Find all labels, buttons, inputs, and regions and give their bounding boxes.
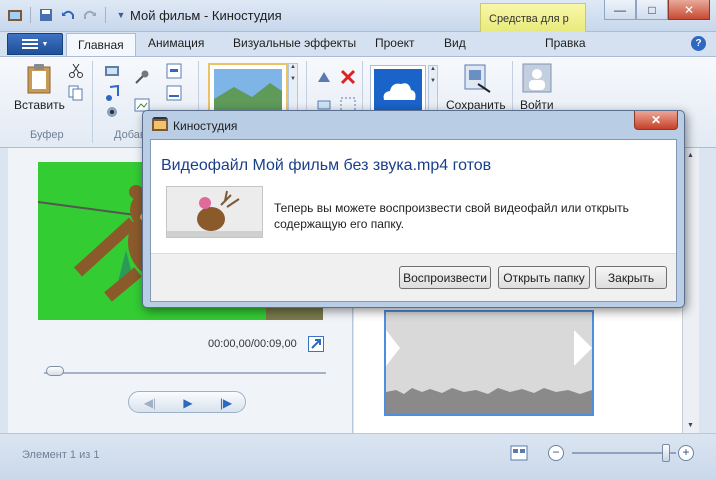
clipboard-icon: [27, 64, 51, 94]
play-icon[interactable]: ▶: [173, 395, 203, 411]
dialog-message: Теперь вы можете воспроизвести свой виде…: [274, 201, 629, 231]
dialog-close-button[interactable]: ✕: [634, 111, 678, 130]
zoom-slider-track[interactable]: [572, 452, 676, 454]
next-frame-icon[interactable]: |▶: [211, 395, 241, 411]
tab-view[interactable]: Вид: [444, 36, 466, 50]
video-thumbnail: [166, 186, 263, 238]
add-video-icon[interactable]: [104, 63, 120, 79]
storyboard-view-icon[interactable]: [510, 445, 528, 461]
microphone-icon[interactable]: [134, 69, 150, 85]
fullscreen-icon[interactable]: [308, 336, 324, 352]
ribbon-tabs: ▼ Главная Анимация Визуальные эффекты Пр…: [0, 32, 716, 57]
close-window-button[interactable]: ✕: [668, 0, 710, 20]
delete-icon[interactable]: [340, 69, 356, 85]
tab-home[interactable]: Главная: [66, 33, 136, 57]
close-button[interactable]: Закрыть: [595, 266, 667, 289]
status-text: Элемент 1 из 1: [22, 449, 100, 461]
title-icon[interactable]: [166, 63, 182, 79]
paste-label: Вставить: [14, 98, 65, 112]
dialog-heading: Видеофайл Мой фильм без звука.mp4 готов: [161, 157, 492, 174]
tab-project[interactable]: Проект: [375, 36, 415, 50]
dialog-body: Видеофайл Мой фильм без звука.mp4 готов …: [150, 139, 677, 302]
cut-icon[interactable]: [68, 63, 84, 79]
maximize-button[interactable]: □: [636, 0, 668, 20]
playback-controls: ◀| ▶ |▶: [128, 391, 246, 413]
minimize-button[interactable]: —: [604, 0, 636, 20]
group-clipboard-label: Буфер: [30, 129, 64, 141]
movie-maker-icon: [152, 117, 168, 131]
rotate-icon[interactable]: [316, 69, 332, 85]
toolbar-separator: [105, 7, 106, 23]
open-folder-button[interactable]: Открыть папку: [498, 266, 590, 289]
clip-thumbnail: [386, 312, 592, 414]
video-thumbnail-image: [167, 187, 262, 237]
tab-animation[interactable]: Анимация: [148, 36, 204, 50]
undo-icon[interactable]: [59, 6, 77, 24]
tab-visual-effects[interactable]: Визуальные эффекты: [233, 36, 356, 50]
window-title: Мой фильм - Киностудия: [130, 8, 282, 23]
onedrive-icon: [374, 69, 422, 115]
previous-frame-icon[interactable]: ◀|: [135, 395, 165, 411]
theme-thumbnail-icon: [214, 69, 282, 115]
chevron-down-icon: ▼: [41, 40, 49, 48]
save-movie-button[interactable]: Сохранить: [446, 62, 506, 112]
zoom-slider-thumb[interactable]: [662, 444, 670, 462]
export-complete-dialog: Киностудия ✕ Видеофайл Мой фильм без зву…: [142, 110, 685, 308]
add-music-icon[interactable]: [104, 85, 120, 101]
dialog-footer: Воспроизвести Открыть папку Закрыть: [151, 253, 676, 301]
seek-thumb[interactable]: [46, 366, 64, 376]
context-tab-header[interactable]: Средства для р: [480, 3, 586, 32]
play-button[interactable]: Воспроизвести: [399, 266, 491, 289]
tab-edit[interactable]: Правка: [545, 36, 586, 50]
ribbon-separator: [92, 61, 93, 143]
save-icon[interactable]: [37, 6, 55, 24]
storyboard-clip[interactable]: [384, 310, 594, 416]
user-icon: [522, 63, 552, 93]
scroll-down-icon[interactable]: ▼: [687, 422, 694, 429]
webcam-icon[interactable]: [104, 105, 120, 121]
app-menu-button[interactable]: ▼: [7, 33, 63, 55]
scroll-up-icon[interactable]: ▲: [687, 152, 694, 159]
zoom-out-icon[interactable]: −: [548, 445, 564, 461]
dialog-title: Киностудия: [173, 119, 238, 133]
quick-access-toolbar: ▼: [6, 6, 130, 24]
copy-icon[interactable]: [68, 85, 84, 101]
seek-track[interactable]: [44, 372, 326, 374]
redo-icon[interactable]: [81, 6, 99, 24]
menu-icon: [21, 39, 38, 49]
paste-button[interactable]: Вставить: [14, 62, 65, 112]
status-bar: Элемент 1 из 1 − +: [0, 433, 716, 480]
caption-icon[interactable]: [166, 85, 182, 101]
window-controls: — □ ✕: [604, 0, 710, 20]
customize-toolbar-icon[interactable]: ▼: [112, 6, 130, 24]
group-add-label: Добав: [114, 129, 146, 141]
sign-in-button[interactable]: Войти: [520, 62, 554, 112]
title-bar: ▼ Мой фильм - Киностудия Средства для р …: [0, 0, 716, 32]
timecode: 00:00,00/00:09,00: [208, 338, 297, 350]
toolbar-separator: [30, 7, 31, 23]
zoom-in-icon[interactable]: +: [678, 445, 694, 461]
save-movie-icon: [464, 64, 491, 93]
help-icon[interactable]: ?: [691, 36, 706, 51]
app-icon: [6, 6, 24, 24]
